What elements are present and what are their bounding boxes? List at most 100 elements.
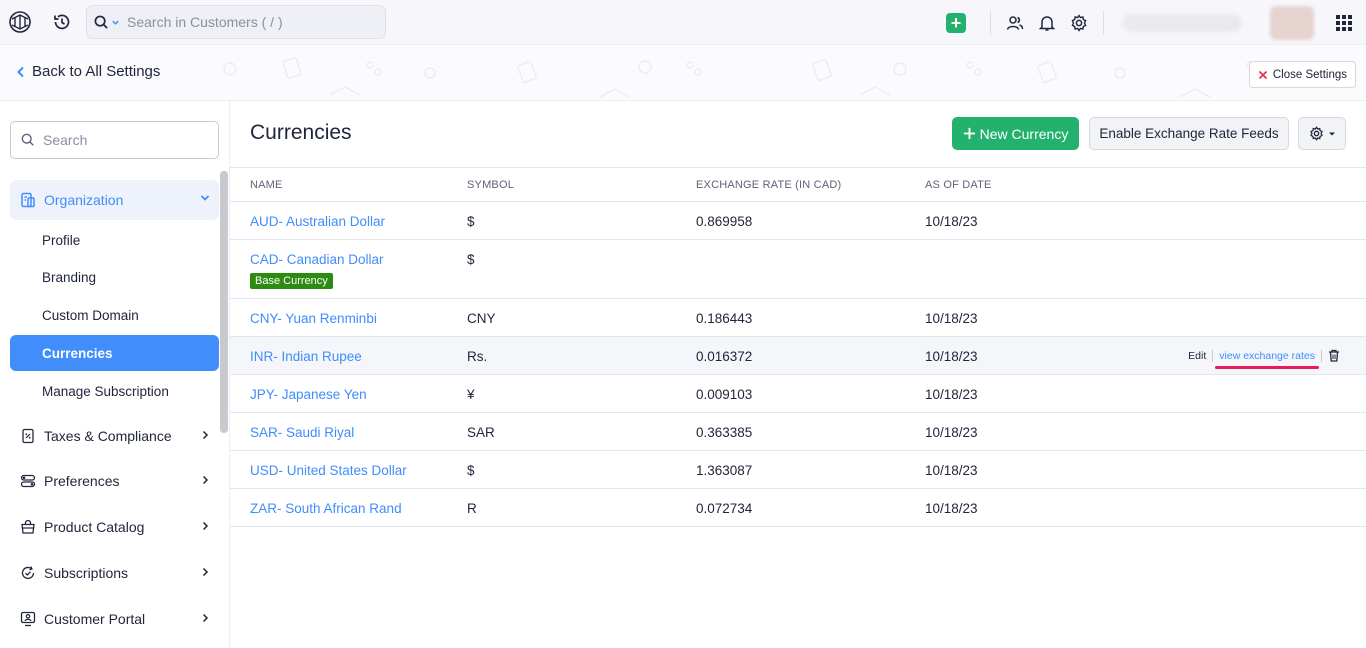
table-row[interactable]: USD- United States Dollar $ 1.363087 10/…	[230, 450, 1366, 489]
settings-sidebar: Organization Profile Branding Custom Dom…	[0, 101, 230, 648]
view-exchange-rates-link[interactable]: view exchange rates	[1212, 349, 1322, 369]
as-of-date: 10/18/23	[925, 463, 978, 478]
settings-header: Back to All Settings Close Settings	[0, 45, 1366, 101]
enable-exchange-rate-feeds-button[interactable]: Enable Exchange Rate Feeds	[1089, 117, 1289, 150]
subscriptions-icon	[21, 566, 35, 580]
sidebar-group-label: Customer Portal	[44, 611, 146, 627]
exchange-rate	[696, 240, 925, 252]
table-row[interactable]: JPY- Japanese Yen ¥ 0.009103 10/18/23	[230, 374, 1366, 413]
back-to-settings-link[interactable]: Back to All Settings	[16, 63, 160, 80]
preferences-icon	[20, 474, 36, 488]
sidebar-item-branding[interactable]: Branding	[10, 259, 219, 295]
currency-name-link[interactable]: CAD- Canadian Dollar	[250, 252, 384, 267]
sidebar-group-customer-portal[interactable]: Customer Portal	[10, 601, 219, 637]
background-pattern	[223, 57, 1262, 98]
table-row[interactable]: CNY- Yuan Renminbi CNY 0.186443 10/18/23	[230, 298, 1366, 337]
gear-icon[interactable]	[1063, 7, 1095, 39]
as-of-date: 10/18/23	[925, 214, 978, 229]
table-row[interactable]: SAR- Saudi Riyal SAR 0.363385 10/18/23	[230, 412, 1366, 451]
divider	[990, 10, 991, 35]
bell-icon[interactable]	[1031, 7, 1063, 39]
settings-search[interactable]	[10, 121, 219, 159]
new-currency-button[interactable]: New Currency	[952, 117, 1079, 150]
exchange-rate: 0.363385	[696, 425, 753, 440]
avatar[interactable]	[1270, 5, 1314, 40]
trash-icon	[1329, 349, 1339, 362]
delete-button[interactable]	[1322, 349, 1340, 362]
exchange-rate: 0.869958	[696, 214, 753, 229]
currency-name-link[interactable]: CNY- Yuan Renminbi	[250, 311, 377, 326]
quick-create-icon[interactable]: +	[946, 12, 966, 33]
global-search[interactable]: Search in Customers ( / )	[86, 5, 386, 39]
sidebar-group-product-catalog[interactable]: Product Catalog	[10, 509, 219, 545]
sidebar-group-label: Taxes & Compliance	[44, 428, 172, 444]
chevron-right-icon	[202, 613, 209, 623]
row-actions: Edit view exchange rates	[1155, 337, 1366, 369]
table-row[interactable]: INR- Indian Rupee Rs. 0.016372 10/18/23 …	[230, 336, 1366, 375]
as-of-date: 10/18/23	[925, 349, 978, 364]
currencies-table: NAME SYMBOL EXCHANGE RATE (IN CAD) AS OF…	[230, 167, 1366, 527]
product-catalog-icon	[21, 519, 35, 534]
organization-switcher[interactable]	[1122, 13, 1242, 32]
chevron-down-icon	[112, 20, 119, 25]
sidebar-item-label: Profile	[42, 232, 81, 248]
chevron-right-icon	[202, 521, 209, 531]
exchange-rate: 1.363087	[696, 463, 753, 478]
recent-activity-icon[interactable]	[40, 0, 84, 45]
currency-symbol: $	[467, 463, 475, 478]
table-row[interactable]: ZAR- South African Rand R 0.072734 10/18…	[230, 488, 1366, 527]
sidebar-item-manage-subscription[interactable]: Manage Subscription	[10, 373, 219, 409]
sidebar-item-profile[interactable]: Profile	[10, 222, 219, 258]
table-row[interactable]: CAD- Canadian Dollar Base Currency $	[230, 239, 1366, 299]
plus-icon	[963, 127, 975, 140]
as-of-date: 10/18/23	[925, 425, 978, 440]
currency-name-link[interactable]: AUD- Australian Dollar	[250, 214, 385, 229]
sidebar-group-label: Subscriptions	[44, 565, 129, 581]
sidebar-group-preferences[interactable]: Preferences	[10, 463, 219, 499]
column-header-symbol[interactable]: SYMBOL	[467, 167, 696, 202]
table-row[interactable]: AUD- Australian Dollar $ 0.869958 10/18/…	[230, 201, 1366, 240]
search-icon	[21, 133, 34, 146]
sidebar-group-label: Product Catalog	[44, 519, 145, 535]
currency-name-link[interactable]: JPY- Japanese Yen	[250, 387, 367, 402]
sidebar-item-currencies[interactable]: Currencies	[10, 335, 219, 371]
customer-portal-icon	[20, 611, 36, 627]
people-icon[interactable]	[999, 7, 1031, 39]
currency-name-link[interactable]: ZAR- South African Rand	[250, 501, 402, 516]
sidebar-item-label: Currencies	[42, 345, 113, 361]
base-currency-badge: Base Currency	[250, 273, 333, 289]
close-settings-button[interactable]: Close Settings	[1248, 61, 1356, 88]
currency-name-link[interactable]: USD- United States Dollar	[250, 463, 407, 478]
sidebar-item-label: Branding	[42, 269, 97, 285]
sidebar-group-subscriptions[interactable]: Subscriptions	[10, 555, 219, 591]
exchange-rate: 0.186443	[696, 311, 753, 326]
column-header-as-of-date[interactable]: AS OF DATE	[925, 167, 1155, 202]
top-bar: Search in Customers ( / ) +	[0, 0, 1366, 45]
sidebar-group-organization[interactable]: Organization	[10, 180, 219, 220]
sidebar-scrollbar[interactable]	[220, 171, 228, 433]
currencies-panel: Currencies New Currency Enable Exchange …	[230, 101, 1366, 648]
app-logo-icon[interactable]	[0, 0, 40, 45]
sidebar-item-custom-domain[interactable]: Custom Domain	[10, 297, 219, 333]
organization-icon	[21, 192, 35, 208]
global-search-input[interactable]: Search in Customers ( / )	[127, 14, 283, 30]
highlight-underline	[1215, 365, 1319, 369]
chevron-down-icon	[200, 195, 210, 201]
as-of-date: 10/18/23	[925, 387, 978, 402]
column-header-name[interactable]: NAME	[230, 167, 467, 202]
chevron-right-icon	[202, 430, 209, 440]
sidebar-group-taxes-compliance[interactable]: Taxes & Compliance	[10, 418, 219, 454]
apps-grid-icon[interactable]	[1322, 0, 1366, 45]
settings-search-input[interactable]	[43, 132, 193, 148]
sidebar-group-label: Organization	[44, 192, 124, 208]
search-scope-dropdown[interactable]	[87, 6, 127, 38]
currency-name-link[interactable]: INR- Indian Rupee	[250, 349, 362, 364]
view-exchange-rates-label: view exchange rates	[1219, 349, 1315, 362]
currency-name-link[interactable]: SAR- Saudi Riyal	[250, 425, 354, 440]
exchange-rate: 0.016372	[696, 349, 753, 364]
edit-link[interactable]: Edit	[1182, 350, 1212, 362]
table-header-row: NAME SYMBOL EXCHANGE RATE (IN CAD) AS OF…	[230, 167, 1366, 202]
currency-symbol: SAR	[467, 425, 495, 440]
settings-menu-button[interactable]	[1298, 117, 1346, 150]
column-header-exchange-rate[interactable]: EXCHANGE RATE (IN CAD)	[696, 167, 925, 202]
